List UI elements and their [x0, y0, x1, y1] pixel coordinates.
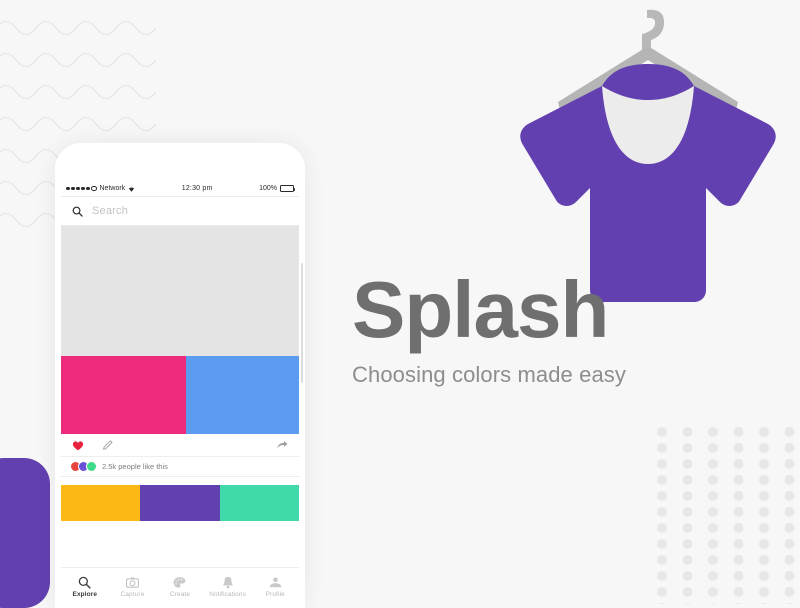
wifi-icon: [129, 186, 135, 192]
battery-icon: [280, 185, 296, 192]
post-action-row: [61, 434, 299, 457]
likes-row: 2.5k people like this: [61, 457, 299, 477]
tab-notifications[interactable]: Notifications: [205, 576, 251, 598]
page-tagline: Choosing colors made easy: [352, 362, 626, 387]
status-bar: Network 12:30 pm 100%: [61, 181, 299, 196]
avatar-stack: [70, 461, 97, 472]
search-bar[interactable]: Search: [61, 196, 299, 226]
image-placeholder: [61, 226, 299, 356]
tab-label: Notifications: [209, 590, 246, 598]
tab-label: Explore: [72, 590, 98, 598]
purple-blob-decoration: [0, 458, 50, 608]
tab-create[interactable]: Create: [157, 576, 203, 598]
edit-icon[interactable]: [102, 439, 113, 451]
search-icon: [72, 206, 83, 217]
swatch-yellow[interactable]: [61, 485, 141, 521]
status-bar-left: Network: [66, 185, 135, 192]
tab-profile[interactable]: Profile: [252, 576, 298, 598]
search-input[interactable]: Search: [92, 205, 128, 217]
phone-scrollbar[interactable]: [301, 263, 303, 383]
palette-icon: [174, 576, 186, 588]
carrier-label: Network: [99, 185, 126, 192]
dot-grid-decoration: [655, 424, 800, 604]
battery-percent-label: 100%: [259, 185, 277, 192]
swatch-pink[interactable]: [61, 356, 186, 434]
status-bar-right: 100%: [259, 185, 296, 192]
avatar: [86, 461, 97, 472]
likes-count-label: 2.5k people like this: [102, 462, 168, 471]
swatch-purple[interactable]: [140, 485, 220, 521]
like-icon[interactable]: [72, 440, 84, 451]
tab-capture[interactable]: Capture: [109, 576, 155, 598]
page-title: Splash: [352, 265, 609, 354]
person-icon: [269, 576, 281, 587]
tab-label: Capture: [120, 590, 145, 598]
phone-screen: Network 12:30 pm 100% Search 2.5k people…: [61, 181, 299, 608]
tab-label: Create: [169, 590, 191, 598]
tab-label: Profile: [265, 590, 285, 598]
headline-block: Splash Choosing colors made easy: [352, 265, 752, 388]
signal-strength-icon: [66, 185, 97, 192]
tab-explore[interactable]: Explore: [62, 576, 108, 598]
status-bar-time: 12:30 pm: [181, 185, 213, 192]
bell-icon: [222, 576, 233, 588]
color-swatch-row-primary: [61, 356, 299, 434]
swatch-teal[interactable]: [219, 485, 299, 521]
search-icon: [79, 576, 91, 589]
bottom-tab-bar: Explore Capture Create Notifications Pro…: [61, 567, 299, 608]
swatch-blue[interactable]: [185, 356, 299, 434]
phone-mockup: Network 12:30 pm 100% Search 2.5k people…: [55, 143, 305, 608]
color-swatch-row-secondary: [61, 485, 299, 521]
share-icon[interactable]: [276, 440, 288, 451]
camera-icon: [125, 576, 139, 588]
